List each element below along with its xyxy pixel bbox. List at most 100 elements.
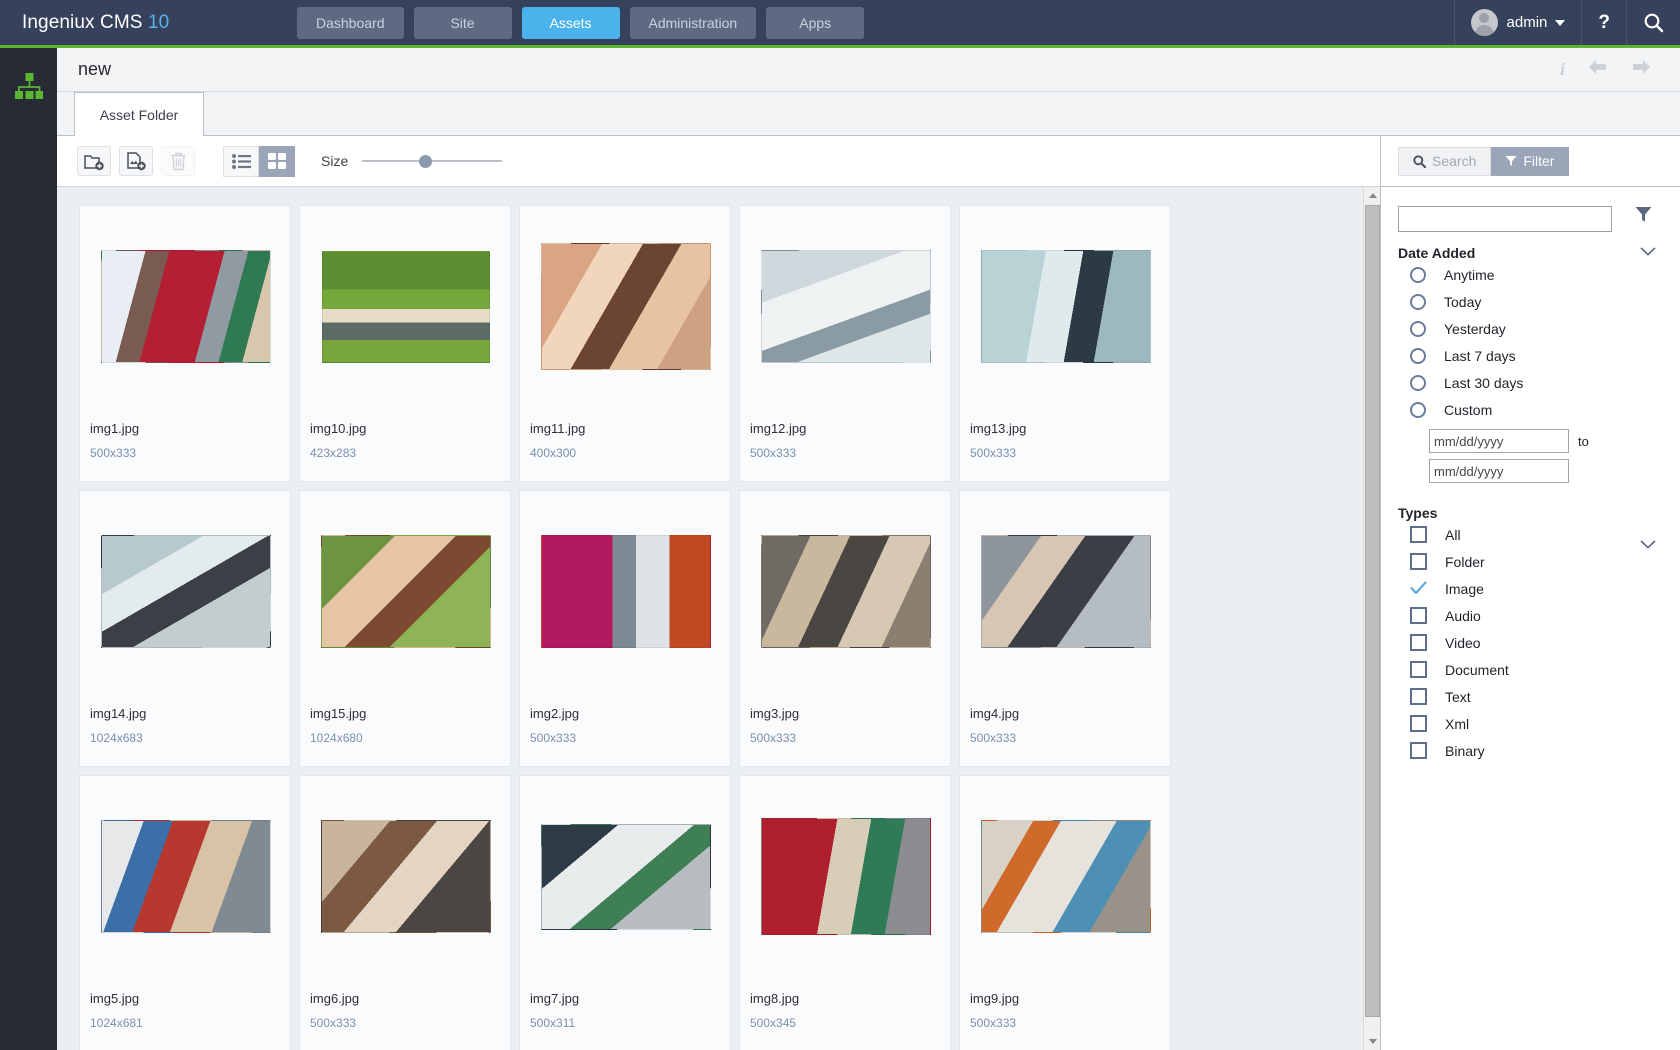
tab-asset-folder[interactable]: Asset Folder xyxy=(74,92,204,136)
apply-filter-button[interactable] xyxy=(1635,206,1652,228)
type-option-video[interactable]: Video xyxy=(1410,629,1680,656)
radio-button[interactable] xyxy=(1410,401,1426,418)
date-from-input[interactable]: mm/dd/yyyy xyxy=(1429,429,1569,453)
asset-tile[interactable]: img2.jpg 500x333 xyxy=(519,490,731,767)
radio-button[interactable] xyxy=(1410,320,1426,337)
nav-tab-site[interactable]: Site xyxy=(413,6,512,39)
type-option-text[interactable]: Text xyxy=(1410,683,1680,710)
asset-tile[interactable]: img8.jpg 500x345 xyxy=(739,775,951,1050)
avatar xyxy=(1470,9,1498,36)
filter-keyword-input[interactable] xyxy=(1398,206,1612,232)
page-title: new xyxy=(78,59,112,79)
scroll-up-button[interactable] xyxy=(1364,187,1381,204)
checkbox[interactable] xyxy=(1410,634,1427,651)
global-search-button[interactable] xyxy=(1626,0,1680,45)
date-section-collapse-icon[interactable] xyxy=(1640,244,1656,259)
date-until-input[interactable]: mm/dd/yyyy xyxy=(1429,459,1569,483)
tab-filter[interactable]: Filter xyxy=(1491,146,1570,176)
funnel-icon xyxy=(1635,207,1652,222)
checkbox[interactable] xyxy=(1410,688,1427,705)
radio-button[interactable] xyxy=(1410,347,1426,364)
asset-dimensions: 500x333 xyxy=(750,731,797,745)
asset-thumbnail xyxy=(530,240,722,373)
checkmark-icon[interactable] xyxy=(1410,580,1427,597)
new-folder-button[interactable] xyxy=(77,146,111,176)
checkbox[interactable] xyxy=(1410,553,1427,570)
asset-tile[interactable]: img13.jpg 500x333 xyxy=(959,205,1171,482)
asset-dimensions: 500x311 xyxy=(530,1016,576,1030)
date-option-anytime[interactable]: Anytime xyxy=(1410,261,1680,288)
tab-search[interactable]: Search xyxy=(1398,146,1492,176)
type-option-binary[interactable]: Binary xyxy=(1410,737,1680,764)
asset-tile[interactable]: img5.jpg 1024x681 xyxy=(79,775,291,1050)
help-button[interactable]: ? xyxy=(1581,0,1626,45)
date-to-word: to xyxy=(1578,433,1589,449)
date-option-label: Today xyxy=(1444,293,1482,310)
asset-tile[interactable]: img12.jpg 500x333 xyxy=(739,205,951,482)
type-option-audio[interactable]: Audio xyxy=(1410,602,1680,629)
size-slider-handle[interactable] xyxy=(418,155,432,168)
nav-tab-administration[interactable]: Administration xyxy=(629,6,757,39)
scroll-down-button[interactable] xyxy=(1364,1033,1381,1050)
asset-tile[interactable]: img10.jpg 423x283 xyxy=(299,205,511,482)
asset-file-name: img2.jpg xyxy=(530,706,580,721)
type-option-image[interactable]: Image xyxy=(1410,575,1680,602)
checkbox[interactable] xyxy=(1410,661,1427,678)
grid-scrollbar[interactable] xyxy=(1363,187,1380,1050)
chevron-down-icon xyxy=(1555,19,1566,26)
arrow-right-icon[interactable] xyxy=(1630,57,1653,82)
checkbox[interactable] xyxy=(1410,526,1427,543)
date-option-last-7-days[interactable]: Last 7 days xyxy=(1410,342,1680,369)
nav-tab-dashboard[interactable]: Dashboard xyxy=(297,6,404,39)
types-section-collapse-icon[interactable] xyxy=(1640,537,1656,552)
asset-tile[interactable]: img15.jpg 1024x680 xyxy=(299,490,511,767)
asset-tile[interactable]: img4.jpg 500x333 xyxy=(959,490,1171,767)
new-asset-button[interactable] xyxy=(119,146,153,176)
date-option-label: Anytime xyxy=(1444,266,1495,283)
date-option-last-30-days[interactable]: Last 30 days xyxy=(1410,369,1680,396)
date-option-yesterday[interactable]: Yesterday xyxy=(1410,315,1680,342)
checkbox[interactable] xyxy=(1410,607,1427,624)
asset-tile[interactable]: img1.jpg 500x333 xyxy=(79,205,291,482)
checkbox[interactable] xyxy=(1410,742,1427,759)
checkbox[interactable] xyxy=(1410,715,1427,732)
sitemap-tree-icon[interactable] xyxy=(15,73,44,105)
asset-thumbnail xyxy=(90,525,282,658)
scrollbar-thumb[interactable] xyxy=(1365,205,1380,1017)
list-view-button[interactable] xyxy=(223,145,259,177)
asset-tile[interactable]: img6.jpg 500x333 xyxy=(299,775,511,1050)
nav-tab-assets[interactable]: Assets xyxy=(521,6,620,39)
radio-button[interactable] xyxy=(1410,266,1426,283)
asset-tile[interactable]: img7.jpg 500x311 xyxy=(519,775,731,1050)
date-option-today[interactable]: Today xyxy=(1410,288,1680,315)
asset-thumbnail-image xyxy=(101,250,271,363)
search-icon xyxy=(1644,13,1664,33)
asset-tile[interactable]: img11.jpg 400x300 xyxy=(519,205,731,482)
asset-tile[interactable]: img3.jpg 500x333 xyxy=(739,490,951,767)
type-option-label: Audio xyxy=(1445,607,1481,624)
radio-button[interactable] xyxy=(1410,293,1426,310)
asset-file-name: img8.jpg xyxy=(750,991,800,1006)
delete-button[interactable] xyxy=(161,146,195,176)
type-option-label: Folder xyxy=(1445,553,1485,570)
info-icon[interactable]: i xyxy=(1560,59,1565,80)
arrow-left-icon[interactable] xyxy=(1586,57,1609,82)
radio-button[interactable] xyxy=(1410,374,1426,391)
asset-thumbnail xyxy=(750,240,942,373)
types-heading: Types xyxy=(1398,505,1438,521)
grid-view-button[interactable] xyxy=(259,145,295,177)
type-option-document[interactable]: Document xyxy=(1410,656,1680,683)
search-icon xyxy=(1413,154,1426,168)
tab-strip: Asset Folder xyxy=(57,92,1680,136)
asset-tile[interactable]: img14.jpg 1024x683 xyxy=(79,490,291,767)
asset-tile[interactable]: img9.jpg 500x333 xyxy=(959,775,1171,1050)
type-option-label: Image xyxy=(1445,580,1484,597)
size-slider[interactable] xyxy=(362,153,503,169)
type-option-folder[interactable]: Folder xyxy=(1410,548,1680,575)
nav-tab-apps[interactable]: Apps xyxy=(766,6,865,39)
date-option-custom[interactable]: Custom xyxy=(1410,396,1680,423)
date-added-heading: Date Added xyxy=(1398,245,1476,261)
type-option-xml[interactable]: Xml xyxy=(1410,710,1680,737)
user-menu[interactable]: admin xyxy=(1453,0,1582,45)
grid-view-icon xyxy=(268,153,286,169)
